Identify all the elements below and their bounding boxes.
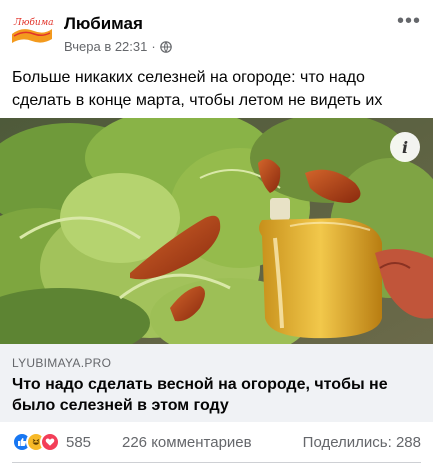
- post-meta: Вчера в 22:31 ·: [64, 39, 172, 54]
- lyubimaya-logo: Любимая: [10, 14, 54, 50]
- info-icon[interactable]: i: [390, 132, 420, 162]
- page-avatar[interactable]: Любимая: [10, 14, 54, 50]
- post-stats: 585 226 комментариев Поделились: 288: [0, 428, 433, 456]
- meta-separator: ·: [151, 39, 156, 54]
- link-preview[interactable]: LYUBIMAYA.PRO Что надо сделать весной на…: [0, 344, 433, 422]
- reactions-summary[interactable]: 585: [12, 432, 91, 452]
- comments-count[interactable]: 226 комментариев: [122, 434, 252, 451]
- svg-text:Любимая: Любимая: [13, 17, 54, 28]
- post-text: Больше никаких селезней на огороде: что …: [12, 69, 383, 109]
- post-timestamp[interactable]: Вчера в 22:31: [64, 39, 147, 54]
- link-title[interactable]: Что надо сделать весной на огороде, чтоб…: [12, 374, 422, 416]
- more-options-icon[interactable]: •••: [397, 10, 421, 33]
- post-image[interactable]: i: [0, 118, 433, 344]
- reaction-count: 585: [66, 433, 92, 451]
- shares-count[interactable]: Поделились: 288: [303, 434, 421, 451]
- globe-icon[interactable]: [159, 40, 172, 53]
- love-reaction-icon: [40, 432, 60, 452]
- post-header: Любимая Любимая Вчера в 22:31 · •••: [0, 0, 433, 62]
- lettuce-slug-photo: [0, 118, 433, 344]
- page-name[interactable]: Любимая: [64, 14, 143, 34]
- link-domain: LYUBIMAYA.PRO: [12, 356, 112, 370]
- divider: [12, 462, 421, 463]
